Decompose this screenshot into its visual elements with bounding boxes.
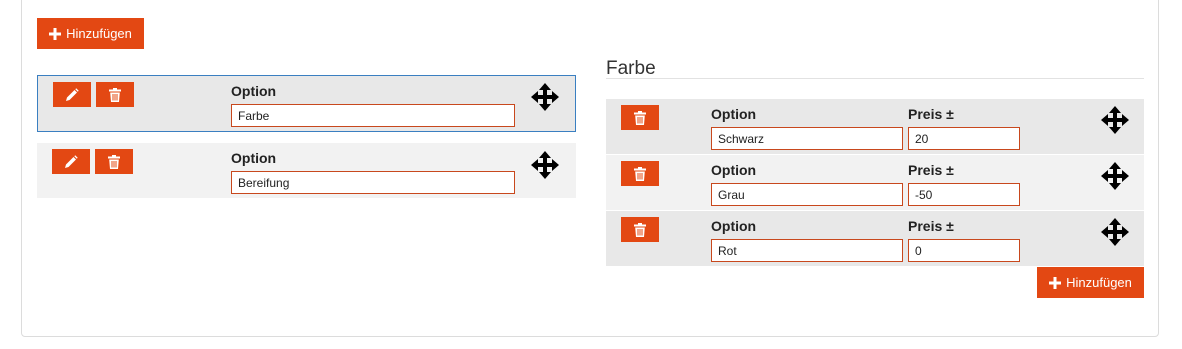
detail-title: Farbe (606, 58, 656, 79)
add-value-button[interactable]: Hinzufügen (1037, 267, 1144, 298)
price-input[interactable] (908, 127, 1020, 150)
value-row: Option Preis ± (606, 99, 1144, 154)
delete-button[interactable] (621, 161, 659, 186)
move-icon[interactable] (1100, 217, 1130, 247)
option-label: Option (231, 150, 277, 166)
option-label: Option (231, 83, 277, 99)
delete-button[interactable] (95, 149, 133, 174)
divider (606, 78, 1144, 79)
trash-icon (634, 110, 646, 125)
plus-icon (49, 27, 62, 40)
price-label: Preis ± (908, 162, 954, 178)
price-label: Preis ± (908, 218, 954, 234)
delete-button[interactable] (621, 105, 659, 130)
price-label: Preis ± (908, 106, 954, 122)
option-name-input[interactable] (231, 104, 515, 127)
move-icon[interactable] (1100, 105, 1130, 135)
trash-icon (109, 87, 121, 102)
pencil-icon (66, 87, 79, 101)
value-row: Option Preis ± (606, 211, 1144, 266)
price-input[interactable] (908, 239, 1020, 262)
option-group-row[interactable]: Option (37, 143, 576, 198)
option-label: Option (711, 162, 757, 178)
trash-icon (108, 154, 120, 169)
delete-button[interactable] (96, 82, 134, 107)
add-group-label: Hinzufügen (66, 26, 132, 41)
move-icon[interactable] (530, 150, 560, 180)
price-input[interactable] (908, 183, 1020, 206)
option-name-input[interactable] (231, 171, 515, 194)
option-label: Option (711, 106, 757, 122)
edit-button[interactable] (53, 82, 91, 107)
option-value-input[interactable] (711, 239, 903, 262)
trash-icon (634, 222, 646, 237)
edit-button[interactable] (52, 149, 90, 174)
option-value-input[interactable] (711, 127, 903, 150)
add-group-button[interactable]: Hinzufügen (37, 18, 144, 49)
option-value-input[interactable] (711, 183, 903, 206)
add-value-label: Hinzufügen (1066, 275, 1132, 290)
delete-button[interactable] (621, 217, 659, 242)
move-icon[interactable] (1100, 161, 1130, 191)
option-group-row[interactable]: Option (37, 75, 576, 132)
pencil-icon (65, 154, 78, 168)
option-label: Option (711, 218, 757, 234)
trash-icon (634, 166, 646, 181)
plus-icon (1049, 276, 1062, 289)
value-row: Option Preis ± (606, 155, 1144, 210)
move-icon[interactable] (530, 82, 560, 112)
